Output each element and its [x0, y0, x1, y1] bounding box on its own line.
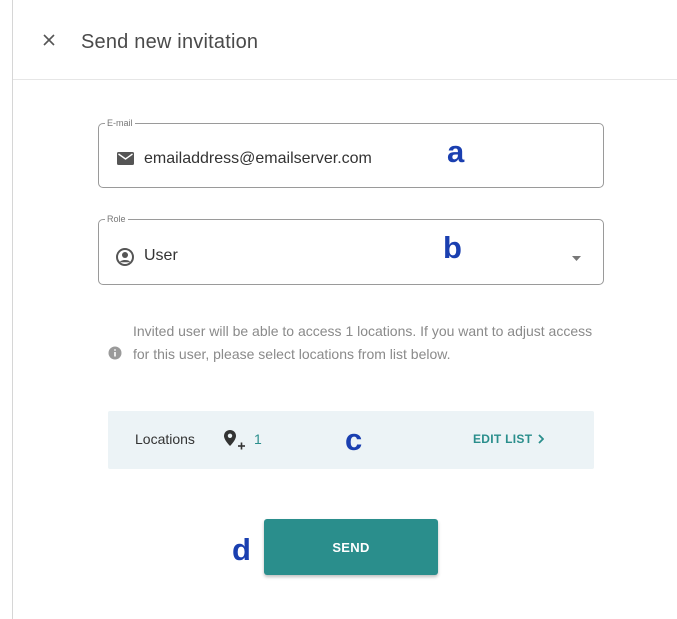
dialog-header: Send new invitation [13, 0, 677, 80]
send-button[interactable]: SEND [264, 519, 438, 575]
locations-count: 1 [254, 431, 262, 447]
page-title: Send new invitation [81, 31, 259, 53]
annotation-c: c [345, 422, 363, 457]
email-field-label: E-mail [107, 118, 133, 128]
role-field-label: Role [107, 214, 126, 224]
edit-list-link[interactable]: EDIT LIST [473, 432, 545, 446]
person-icon [116, 248, 134, 266]
locations-label: Locations [135, 431, 195, 447]
email-input[interactable] [144, 149, 474, 169]
role-field[interactable]: Role User [98, 214, 604, 285]
email-icon [117, 152, 134, 165]
annotation-a: a [447, 134, 465, 169]
chevron-right-icon [538, 434, 545, 444]
edit-list-label: EDIT LIST [473, 432, 533, 446]
email-field[interactable]: E-mail [98, 118, 604, 188]
location-add-icon [224, 430, 245, 450]
role-select-value[interactable]: User [144, 247, 178, 265]
info-message: Invited user will be able to access 1 lo… [133, 323, 593, 362]
dialog-left-border [12, 0, 13, 619]
info-icon [108, 346, 122, 360]
dropdown-arrow-icon[interactable] [572, 256, 581, 261]
locations-bar: Locations 1 c EDIT LIST [108, 411, 594, 469]
close-icon[interactable] [38, 29, 60, 51]
annotation-d: d [232, 532, 251, 567]
annotation-b: b [443, 230, 462, 265]
